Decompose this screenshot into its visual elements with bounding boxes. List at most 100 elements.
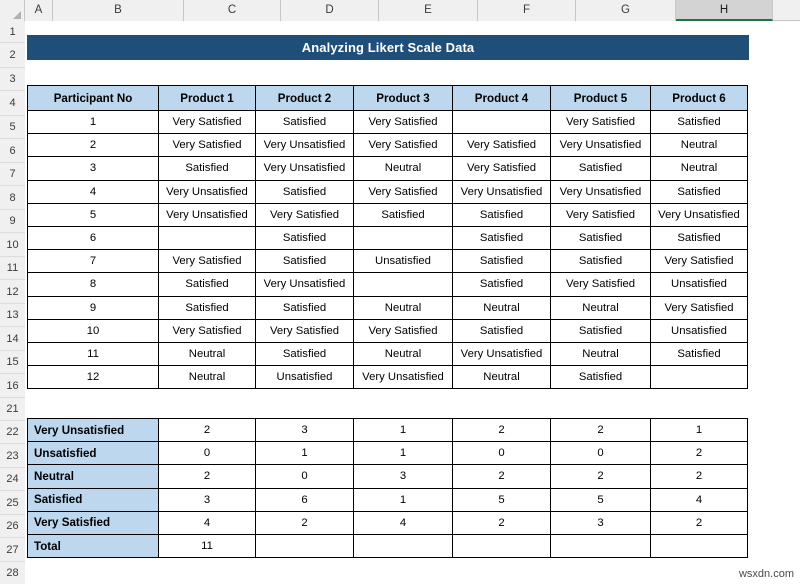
participant-number-cell[interactable]: 7 <box>28 250 159 273</box>
row-header-26[interactable]: 26 <box>0 515 25 538</box>
response-cell[interactable]: Very Satisfied <box>159 134 256 157</box>
summary-count-cell[interactable]: 2 <box>551 465 651 488</box>
response-cell[interactable]: Satisfied <box>453 273 551 296</box>
row-header-8[interactable]: 8 <box>0 186 25 210</box>
response-cell[interactable]: Very Unsatisfied <box>354 366 453 389</box>
row-header-27[interactable]: 27 <box>0 538 25 562</box>
summary-label-cell[interactable]: Unsatisfied <box>28 442 159 465</box>
row-header-5[interactable]: 5 <box>0 116 25 139</box>
column-header-h[interactable]: H <box>676 0 773 21</box>
response-cell[interactable]: Very Satisfied <box>256 203 354 226</box>
summary-count-cell[interactable]: 4 <box>354 511 453 534</box>
response-cell[interactable]: Satisfied <box>551 157 651 180</box>
row-header-3[interactable]: 3 <box>0 68 25 91</box>
column-header-f[interactable]: F <box>478 0 576 21</box>
response-cell[interactable]: Unsatisfied <box>651 273 748 296</box>
response-cell[interactable]: Very Satisfied <box>256 319 354 342</box>
summary-count-cell[interactable]: 2 <box>651 442 748 465</box>
response-cell[interactable]: Unsatisfied <box>354 250 453 273</box>
summary-count-cell[interactable]: 2 <box>551 419 651 442</box>
participant-number-cell[interactable]: 10 <box>28 319 159 342</box>
response-cell[interactable]: Satisfied <box>453 203 551 226</box>
summary-count-cell[interactable]: 0 <box>453 442 551 465</box>
response-cell[interactable]: Satisfied <box>551 226 651 249</box>
response-cell[interactable]: Satisfied <box>651 180 748 203</box>
summary-count-cell[interactable]: 5 <box>453 488 551 511</box>
response-cell[interactable]: Very Satisfied <box>159 250 256 273</box>
row-header-25[interactable]: 25 <box>0 491 25 515</box>
summary-count-cell[interactable]: 2 <box>453 511 551 534</box>
response-cell[interactable]: Very Satisfied <box>453 134 551 157</box>
row-header-2[interactable]: 2 <box>0 43 25 68</box>
response-cell[interactable] <box>651 366 748 389</box>
row-header-9[interactable]: 9 <box>0 210 25 233</box>
response-cell[interactable]: Very Satisfied <box>551 273 651 296</box>
response-cell[interactable]: Neutral <box>551 296 651 319</box>
response-cell[interactable]: Very Satisfied <box>159 319 256 342</box>
row-header-4[interactable]: 4 <box>0 91 25 116</box>
summary-label-cell[interactable]: Total <box>28 534 159 557</box>
response-cell[interactable]: Neutral <box>354 342 453 365</box>
response-cell[interactable]: Very Unsatisfied <box>551 180 651 203</box>
participant-number-cell[interactable]: 2 <box>28 134 159 157</box>
participant-number-cell[interactable]: 6 <box>28 226 159 249</box>
response-cell[interactable]: Very Unsatisfied <box>256 273 354 296</box>
response-cell[interactable]: Neutral <box>651 157 748 180</box>
row-header-7[interactable]: 7 <box>0 163 25 186</box>
response-cell[interactable]: Very Satisfied <box>159 111 256 134</box>
response-cell[interactable]: Very Unsatisfied <box>453 180 551 203</box>
response-cell[interactable]: Very Satisfied <box>354 111 453 134</box>
participant-number-cell[interactable]: 3 <box>28 157 159 180</box>
row-header-12[interactable]: 12 <box>0 280 25 304</box>
participant-number-cell[interactable]: 8 <box>28 273 159 296</box>
response-cell[interactable]: Unsatisfied <box>651 319 748 342</box>
participant-number-cell[interactable]: 4 <box>28 180 159 203</box>
row-header-15[interactable]: 15 <box>0 351 25 374</box>
summary-count-cell[interactable]: 1 <box>354 419 453 442</box>
column-header-g[interactable]: G <box>576 0 676 21</box>
summary-count-cell[interactable]: 5 <box>551 488 651 511</box>
participant-number-cell[interactable]: 1 <box>28 111 159 134</box>
response-cell[interactable]: Very Unsatisfied <box>159 203 256 226</box>
response-cell[interactable]: Satisfied <box>354 203 453 226</box>
select-all-corner-button[interactable] <box>0 0 25 21</box>
response-cell[interactable]: Satisfied <box>256 342 354 365</box>
response-cell[interactable]: Satisfied <box>256 296 354 319</box>
summary-count-cell[interactable]: 0 <box>256 465 354 488</box>
summary-count-cell[interactable]: 3 <box>354 465 453 488</box>
response-cell[interactable]: Satisfied <box>159 296 256 319</box>
row-header-16[interactable]: 16 <box>0 374 25 398</box>
response-cell[interactable]: Very Unsatisfied <box>256 157 354 180</box>
response-cell[interactable] <box>159 226 256 249</box>
response-cell[interactable]: Satisfied <box>256 111 354 134</box>
response-cell[interactable]: Satisfied <box>159 157 256 180</box>
summary-count-cell[interactable]: 2 <box>651 511 748 534</box>
row-header-11[interactable]: 11 <box>0 257 25 280</box>
summary-label-cell[interactable]: Satisfied <box>28 488 159 511</box>
response-cell[interactable]: Neutral <box>453 296 551 319</box>
response-cell[interactable]: Neutral <box>354 296 453 319</box>
response-cell[interactable] <box>354 226 453 249</box>
response-cell[interactable]: Very Satisfied <box>354 319 453 342</box>
summary-count-cell[interactable]: 2 <box>453 419 551 442</box>
response-cell[interactable]: Neutral <box>551 342 651 365</box>
summary-count-cell[interactable] <box>651 534 748 557</box>
response-cell[interactable]: Very Unsatisfied <box>453 342 551 365</box>
response-cell[interactable]: Satisfied <box>453 226 551 249</box>
response-cell[interactable]: Satisfied <box>651 111 748 134</box>
response-cell[interactable]: Very Unsatisfied <box>551 134 651 157</box>
participant-number-cell[interactable]: 9 <box>28 296 159 319</box>
summary-count-cell[interactable]: 6 <box>256 488 354 511</box>
response-cell[interactable]: Very Satisfied <box>354 180 453 203</box>
summary-count-cell[interactable]: 2 <box>159 419 256 442</box>
response-cell[interactable]: Satisfied <box>256 180 354 203</box>
response-cell[interactable]: Satisfied <box>651 342 748 365</box>
column-header-e[interactable]: E <box>379 0 478 21</box>
column-header-d[interactable]: D <box>281 0 379 21</box>
summary-count-cell[interactable] <box>551 534 651 557</box>
response-cell[interactable]: Satisfied <box>551 319 651 342</box>
response-cell[interactable]: Neutral <box>453 366 551 389</box>
response-cell[interactable]: Very Satisfied <box>453 157 551 180</box>
summary-count-cell[interactable] <box>354 534 453 557</box>
row-header-21[interactable]: 21 <box>0 398 25 421</box>
